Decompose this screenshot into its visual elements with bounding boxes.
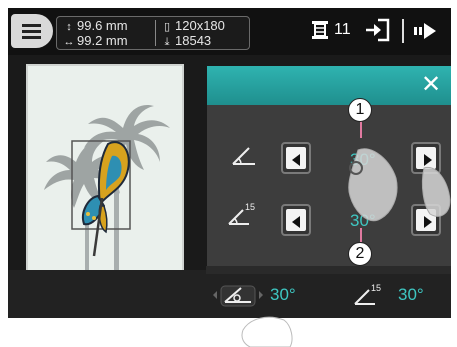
menu-button[interactable] <box>11 14 53 48</box>
stitch-count: 18543 <box>175 33 212 48</box>
needle-icon: ⤓ <box>164 36 170 48</box>
row1-increase-button[interactable] <box>411 142 441 174</box>
height-value: 99.6 mm <box>77 18 128 33</box>
callout-1-line <box>360 120 362 138</box>
hoop-size: 120x180 <box>175 18 225 33</box>
thread-spool-icon <box>312 21 328 39</box>
arrow-left-icon <box>292 154 300 166</box>
embroidery-screen: ↕ 99.6 mm ↔99.2 mm ▯ 120x180 ⤓ 18543 11 <box>8 8 451 318</box>
height-arrow-icon: ↕ <box>66 21 72 33</box>
callout-1: 1 <box>348 98 372 122</box>
top-bar: ↕ 99.6 mm ↔ 99.2 mm ▯ 120x180 ⤓ 18543 11 <box>8 8 451 55</box>
row2-increase-button[interactable] <box>411 204 441 236</box>
callout-2-line <box>360 228 362 242</box>
enter-arrow-icon[interactable] <box>364 17 392 43</box>
bottom-angle-value-2: 30° <box>398 285 424 304</box>
hoop-icon: ▯ <box>163 21 171 33</box>
design-info-box: ↕ 99.6 mm ↔ 99.2 mm ▯ 120x180 ⤓ 18543 <box>56 16 250 50</box>
bottom-angle-value-1: 30° <box>270 285 296 304</box>
spool-count: 11 <box>334 21 351 38</box>
row1-decrease-button[interactable] <box>281 142 311 174</box>
hamburger-menu-icon <box>22 24 41 27</box>
arrow-right-icon <box>424 216 432 228</box>
topbar-divider <box>402 19 404 43</box>
arrow-left-icon <box>292 216 300 228</box>
width-value: 99.2 mm <box>77 33 128 48</box>
row2-angle-value: 30° <box>350 211 376 230</box>
bottom-angle-15-superscript: 15 <box>371 283 382 293</box>
close-icon[interactable]: ✕ <box>419 73 443 97</box>
row1-angle-value: 30° <box>350 150 376 169</box>
angle-eye-icon[interactable] <box>211 282 265 308</box>
angle-icon <box>232 147 255 165</box>
callout-2: 2 <box>348 242 372 266</box>
next-arrow-icon[interactable] <box>414 20 438 42</box>
angle-15-superscript: 15 <box>245 202 256 212</box>
width-arrow-icon: ↔ <box>63 36 75 48</box>
arrow-right-icon <box>424 154 432 166</box>
bottom-status-bar: 30° 15 30° <box>8 266 451 318</box>
row2-decrease-button[interactable] <box>281 204 311 236</box>
panel-header: ✕ <box>207 66 451 105</box>
